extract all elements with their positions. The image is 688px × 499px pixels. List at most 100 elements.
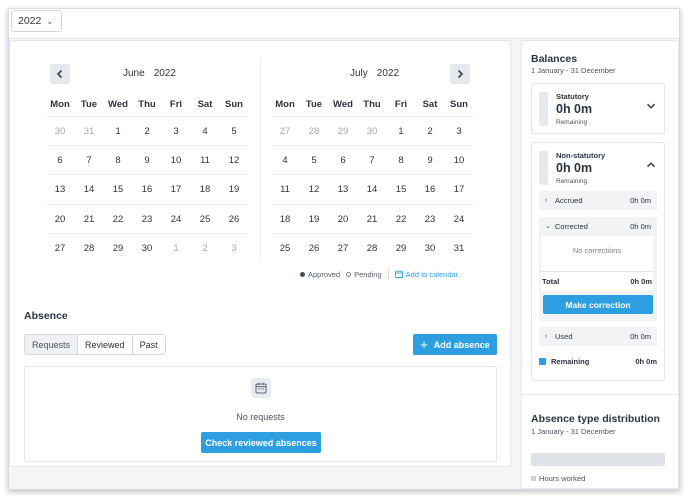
chevron-right-icon: › bbox=[545, 197, 548, 204]
calendar-day[interactable]: 16 bbox=[416, 184, 444, 195]
chevron-up-icon[interactable] bbox=[646, 160, 656, 170]
calendar-day[interactable]: 21 bbox=[358, 214, 386, 225]
calendar-day[interactable]: 15 bbox=[104, 184, 132, 195]
calendar-day[interactable]: 1 bbox=[104, 126, 132, 137]
calendar-day[interactable]: 2 bbox=[191, 243, 219, 254]
calendar-day[interactable]: 17 bbox=[162, 184, 190, 195]
calendar-day[interactable]: 8 bbox=[387, 155, 415, 166]
used-row[interactable]: › Used 0h 0m bbox=[539, 327, 657, 346]
weekday-header: Mon bbox=[275, 99, 295, 110]
pending-dot-icon bbox=[346, 272, 352, 278]
calendar-day[interactable]: 14 bbox=[358, 184, 386, 195]
calendar-day[interactable]: 7 bbox=[358, 155, 386, 166]
calendar-day[interactable]: 29 bbox=[104, 243, 132, 254]
calendar-day[interactable]: 6 bbox=[46, 155, 74, 166]
calendar-day[interactable]: 1 bbox=[387, 126, 415, 137]
calendar-day[interactable]: 5 bbox=[300, 155, 328, 166]
calendar-day[interactable]: 30 bbox=[46, 126, 74, 137]
weekday-header: Sat bbox=[197, 99, 213, 110]
calendar-day[interactable]: 7 bbox=[75, 155, 103, 166]
previous-month-button[interactable] bbox=[50, 64, 70, 84]
calendar-day[interactable]: 31 bbox=[75, 126, 103, 137]
calendar-day[interactable]: 2 bbox=[416, 126, 444, 137]
calendar-day[interactable]: 22 bbox=[387, 214, 415, 225]
calendar-day[interactable]: 25 bbox=[191, 214, 219, 225]
tab-past[interactable]: Past bbox=[132, 335, 165, 354]
year-select[interactable]: 2022 ⌄ bbox=[11, 10, 63, 32]
calendar-day[interactable]: 23 bbox=[416, 214, 444, 225]
calendar-icon bbox=[394, 270, 403, 278]
month-header-june: June 2022 bbox=[123, 68, 176, 79]
calendar-day[interactable]: 20 bbox=[329, 214, 357, 225]
calendar-day[interactable]: 21 bbox=[75, 214, 103, 225]
next-month-button[interactable] bbox=[450, 64, 470, 84]
calendar-day[interactable]: 4 bbox=[191, 126, 219, 137]
calendar-day[interactable]: 27 bbox=[329, 243, 357, 254]
calendar-day[interactable]: 31 bbox=[445, 243, 473, 254]
calendar-day[interactable]: 6 bbox=[329, 155, 357, 166]
calendar-day[interactable]: 3 bbox=[220, 243, 248, 254]
calendar-day[interactable]: 30 bbox=[358, 126, 386, 137]
calendar-day[interactable]: 16 bbox=[133, 184, 161, 195]
calendar-day[interactable]: 29 bbox=[387, 243, 415, 254]
calendar-day[interactable]: 26 bbox=[300, 243, 328, 254]
chevron-down-icon[interactable] bbox=[646, 101, 656, 111]
statutory-card[interactable]: Statutory 0h 0m Remaining bbox=[531, 83, 665, 134]
make-correction-button[interactable]: Make correction bbox=[543, 295, 653, 314]
chevron-down-icon[interactable]: ⌄ bbox=[545, 222, 555, 230]
tab-requests[interactable]: Requests bbox=[25, 335, 79, 354]
calendar-day[interactable]: 3 bbox=[162, 126, 190, 137]
calendar-day[interactable]: 10 bbox=[162, 155, 190, 166]
check-reviewed-absences-button[interactable]: Check reviewed absences bbox=[201, 432, 321, 453]
calendar-day[interactable]: 28 bbox=[75, 243, 103, 254]
calendar-day[interactable]: 4 bbox=[271, 155, 299, 166]
calendar-day[interactable]: 22 bbox=[104, 214, 132, 225]
calendar-day[interactable]: 12 bbox=[220, 155, 248, 166]
calendar-day[interactable]: 13 bbox=[329, 184, 357, 195]
calendar-day[interactable]: 11 bbox=[191, 155, 219, 166]
calendar-day[interactable]: 30 bbox=[133, 243, 161, 254]
calendar-day[interactable]: 24 bbox=[162, 214, 190, 225]
no-corrections-text: No corrections bbox=[572, 246, 622, 255]
calendar-day[interactable]: 23 bbox=[133, 214, 161, 225]
used-value: 0h 0m bbox=[630, 332, 651, 341]
chevron-left-icon bbox=[56, 69, 63, 79]
calendar-day[interactable]: 19 bbox=[300, 214, 328, 225]
calendar-day[interactable]: 17 bbox=[445, 184, 473, 195]
calendar-day[interactable]: 10 bbox=[445, 155, 473, 166]
calendar-day[interactable]: 8 bbox=[104, 155, 132, 166]
tab-reviewed[interactable]: Reviewed bbox=[78, 335, 133, 354]
calendar-day[interactable]: 19 bbox=[220, 184, 248, 195]
calendar-day[interactable]: 14 bbox=[75, 184, 103, 195]
corrected-label[interactable]: Corrected bbox=[555, 222, 630, 231]
calendar-day[interactable]: 18 bbox=[271, 214, 299, 225]
add-to-calendar-link[interactable]: Add to calendar bbox=[394, 270, 458, 279]
calendar-day[interactable]: 27 bbox=[271, 126, 299, 137]
calendar-day[interactable]: 25 bbox=[271, 243, 299, 254]
calendar-day[interactable]: 9 bbox=[416, 155, 444, 166]
calendar-day[interactable]: 2 bbox=[133, 126, 161, 137]
calendar-day[interactable]: 3 bbox=[445, 126, 473, 137]
calendar-day[interactable]: 24 bbox=[445, 214, 473, 225]
calendar-day[interactable]: 13 bbox=[46, 184, 74, 195]
calendar-day[interactable]: 15 bbox=[387, 184, 415, 195]
add-absence-button[interactable]: + Add absence bbox=[413, 334, 497, 355]
calendar-day[interactable]: 29 bbox=[329, 126, 357, 137]
non-statutory-balance-bar bbox=[539, 151, 548, 185]
calendar-day[interactable]: 12 bbox=[300, 184, 328, 195]
calendar-day[interactable]: 20 bbox=[46, 214, 74, 225]
calendar-day[interactable]: 9 bbox=[133, 155, 161, 166]
calendar-day[interactable]: 18 bbox=[191, 184, 219, 195]
calendar-day[interactable]: 27 bbox=[46, 243, 74, 254]
calendar-day[interactable]: 30 bbox=[416, 243, 444, 254]
calendar-day[interactable]: 28 bbox=[358, 243, 386, 254]
calendar-day[interactable]: 11 bbox=[271, 184, 299, 195]
calendar-day[interactable]: 28 bbox=[300, 126, 328, 137]
calendar-day[interactable]: 1 bbox=[162, 243, 190, 254]
hours-worked-label: Hours worked bbox=[539, 474, 586, 483]
accrued-row[interactable]: › Accrued 0h 0m bbox=[539, 191, 657, 210]
calendar-day[interactable]: 26 bbox=[220, 214, 248, 225]
calendar-day[interactable]: 5 bbox=[220, 126, 248, 137]
week-divider bbox=[46, 232, 249, 234]
approved-dot-icon bbox=[300, 272, 305, 278]
